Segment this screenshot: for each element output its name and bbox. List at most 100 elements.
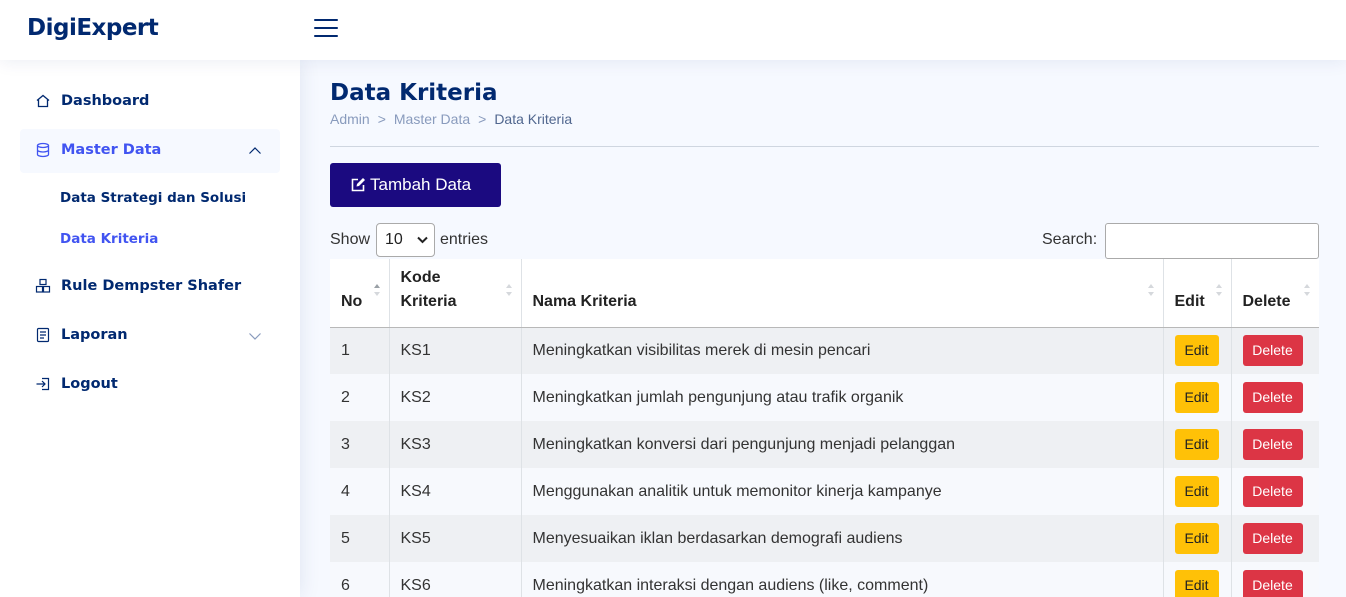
sidebar-item-label: Master Data (61, 142, 162, 158)
sort-icon (1215, 284, 1222, 296)
main-content: Data Kriteria Admin > Master Data > Data Kri… (300, 60, 1346, 597)
sidebar-item-label: Rule Dempster Shafer (61, 278, 242, 294)
edit-square-icon (351, 178, 365, 192)
cell-edit: Edit (1163, 562, 1232, 597)
table-row: 6 KS6 Meningkatkan interaksi dengan audi… (330, 562, 1319, 597)
edit-button[interactable]: Edit (1174, 523, 1219, 554)
chevron-down-icon (249, 333, 261, 340)
delete-button[interactable]: Delete (1242, 335, 1303, 367)
cell-delete: Delete (1231, 468, 1319, 515)
delete-button[interactable]: Delete (1242, 570, 1303, 597)
cell-delete: Delete (1231, 374, 1319, 421)
cell-kode: KS4 (389, 468, 522, 515)
cell-no: 5 (330, 515, 390, 562)
breadcrumb-current: Data Kriteria (494, 111, 573, 127)
column-header-nama-kriteria[interactable]: Nama Kriteria (521, 259, 1164, 328)
cell-kode: KS6 (389, 562, 522, 597)
cell-delete: Delete (1231, 327, 1319, 374)
table-row: 4 KS4 Menggunakan analitik untuk memonit… (330, 468, 1319, 515)
sidebar-subitem-data-strategi[interactable]: Data Strategi dan Solusi (60, 190, 246, 206)
table-row: 2 KS2 Meningkatkan jumlah pengunjung ata… (330, 374, 1319, 421)
cell-kode: KS5 (389, 515, 522, 562)
cell-nama: Meningkatkan interaksi dengan audiens (l… (521, 562, 1164, 597)
edit-button[interactable]: Edit (1174, 382, 1219, 413)
cell-no: 3 (330, 421, 390, 468)
sidebar-item-dashboard[interactable]: Dashboard (20, 80, 280, 124)
sidebar-item-logout[interactable]: Logout (20, 363, 280, 407)
cell-no: 1 (330, 327, 390, 374)
title-divider (330, 146, 1319, 147)
delete-button[interactable]: Delete (1242, 523, 1303, 554)
sidebar-item-rule-dempster-shafer[interactable]: Rule Dempster Shafer (20, 265, 280, 309)
sidebar-item-label: Dashboard (61, 93, 150, 109)
sidebar-item-laporan[interactable]: Laporan (20, 314, 280, 358)
sidebar-item-label: Logout (61, 376, 118, 392)
search-label: Search: (1042, 231, 1098, 248)
breadcrumb-admin[interactable]: Admin (330, 111, 370, 127)
sort-icon (1304, 284, 1310, 296)
breadcrumb: Admin > Master Data > Data Kriteria (330, 111, 573, 127)
cell-edit: Edit (1163, 421, 1232, 468)
table-row: 3 KS3 Meningkatkan konversi dari pengunj… (330, 421, 1319, 468)
tambah-data-button[interactable]: Tambah Data (330, 163, 501, 207)
report-icon (36, 327, 50, 343)
cell-delete: Delete (1231, 421, 1319, 468)
show-label: Show (330, 231, 371, 248)
cell-kode: KS1 (389, 327, 522, 374)
page-title: Data Kriteria (330, 80, 498, 106)
cell-delete: Delete (1231, 562, 1319, 597)
database-icon (36, 142, 50, 158)
sort-icon (1147, 284, 1154, 296)
cell-edit: Edit (1163, 515, 1232, 562)
column-header-delete[interactable]: Delete (1231, 259, 1319, 328)
entries-value: 10 (385, 231, 403, 248)
edit-button[interactable]: Edit (1174, 570, 1219, 597)
edit-button[interactable]: Edit (1174, 476, 1219, 507)
boxes-icon (35, 278, 51, 293)
cell-kode: KS3 (389, 421, 522, 468)
delete-button[interactable]: Delete (1242, 429, 1303, 460)
column-header-edit[interactable]: Edit (1163, 259, 1232, 328)
sort-icon (373, 284, 380, 296)
entries-select[interactable]: 10 (376, 223, 435, 257)
chevron-down-icon (417, 236, 428, 244)
edit-button[interactable]: Edit (1174, 429, 1219, 460)
sidebar-item-label: Laporan (61, 327, 128, 343)
cell-edit: Edit (1163, 468, 1232, 515)
logout-icon (36, 377, 50, 391)
chevron-up-icon (249, 147, 261, 154)
sidebar-item-master-data[interactable]: Master Data (20, 129, 280, 173)
breadcrumb-master-data[interactable]: Master Data (394, 111, 470, 127)
delete-button[interactable]: Delete (1242, 382, 1303, 413)
table-header-row: No Kode Kriteria Nama Kriteria Edit Delet… (330, 259, 1319, 328)
sidebar: Dashboard Master Data Data Strategi dan … (0, 60, 300, 597)
cell-nama: Meningkatkan visibilitas merek di mesin … (521, 327, 1164, 374)
cell-edit: Edit (1163, 374, 1232, 421)
sidebar-subitem-data-kriteria[interactable]: Data Kriteria (60, 231, 158, 247)
cell-nama: Meningkatkan jumlah pengunjung atau traf… (521, 374, 1164, 421)
cell-edit: Edit (1163, 327, 1232, 374)
cell-nama: Menyesuaikan iklan berdasarkan demografi… (521, 515, 1164, 562)
column-header-kode-kriteria[interactable]: Kode Kriteria (389, 259, 522, 328)
house-icon (36, 94, 50, 108)
cell-kode: KS2 (389, 374, 522, 421)
search-input[interactable] (1105, 223, 1319, 259)
kriteria-table: No Kode Kriteria Nama Kriteria Edit Delet… (330, 259, 1319, 597)
delete-button[interactable]: Delete (1242, 476, 1303, 507)
table-row: 5 KS5 Menyesuaikan iklan berdasarkan dem… (330, 515, 1319, 562)
cell-no: 2 (330, 374, 390, 421)
cell-no: 6 (330, 562, 390, 597)
cell-nama: Menggunakan analitik untuk memonitor kin… (521, 468, 1164, 515)
table-row: 1 KS1 Meningkatkan visibilitas merek di … (330, 327, 1319, 374)
column-header-no[interactable]: No (330, 259, 390, 328)
edit-button[interactable]: Edit (1174, 335, 1219, 367)
cell-nama: Meningkatkan konversi dari pengunjung me… (521, 421, 1164, 468)
cell-no: 4 (330, 468, 390, 515)
top-header: DigiExpert (0, 0, 1346, 60)
sort-icon (505, 284, 512, 296)
app-logo[interactable]: DigiExpert (27, 15, 159, 41)
cell-delete: Delete (1231, 515, 1319, 562)
tambah-data-label: Tambah Data (370, 175, 472, 194)
menu-toggle-icon[interactable] (314, 17, 338, 39)
entries-label: entries (440, 231, 489, 248)
